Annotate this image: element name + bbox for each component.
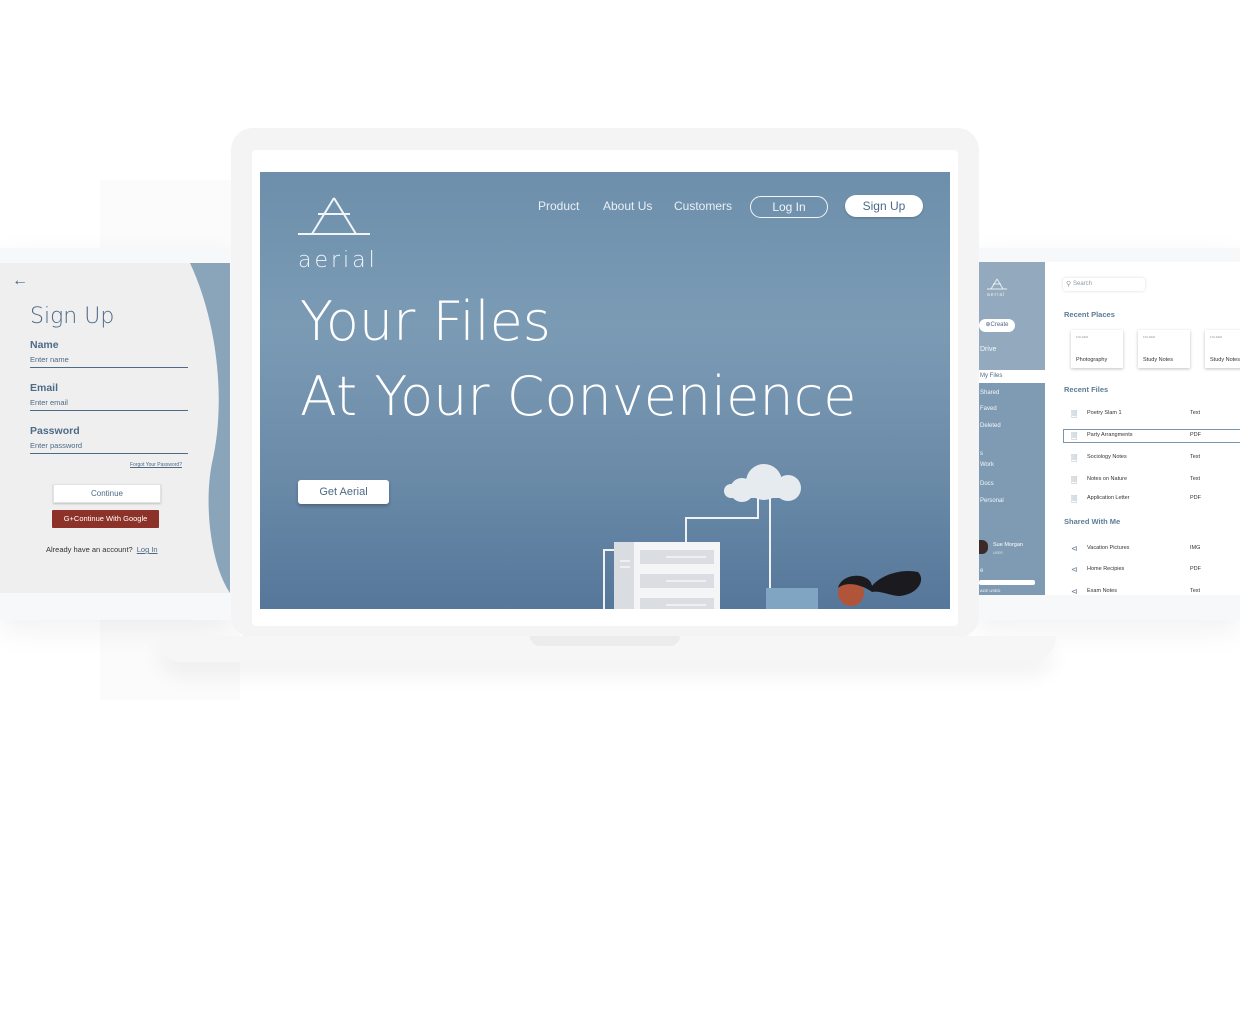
aerial-logo-icon [298, 197, 370, 235]
login-button[interactable]: Log In [750, 196, 828, 218]
file-type: Text [1190, 588, 1201, 594]
create-button[interactable]: ⊕Create [979, 319, 1015, 332]
file-name: Application Letter [1087, 495, 1130, 501]
file-type: IMG [1190, 545, 1201, 551]
user-role: USER [993, 551, 1003, 555]
decorative-wave [190, 263, 230, 593]
storage-used-label: ACE USED [980, 588, 1001, 593]
file-type: PDF [1190, 432, 1201, 438]
user-name: Sue Morgan [993, 542, 1023, 548]
folder-name: Study Notes [1210, 357, 1240, 363]
file-type: PDF [1190, 495, 1201, 501]
sidebar-item-deleted[interactable]: Deleted [980, 423, 1001, 429]
sidebar-item-personal[interactable]: Personal [980, 498, 1004, 504]
recent-places-title: Recent Places [1064, 310, 1115, 319]
file-row[interactable]: 🗏 Notes on Nature Text [1064, 474, 1240, 486]
aerial-logo-icon [987, 278, 1007, 290]
folder-name: Photography [1076, 357, 1108, 363]
storage-progress-bar [979, 580, 1035, 585]
folder-tag: FOLDER [1076, 335, 1089, 339]
search-input[interactable]: ⚲ Search [1063, 278, 1145, 291]
drive-screen: aerial ⊕Create Drive My Files Shared Fav… [979, 262, 1240, 595]
file-name: Home Recipies [1087, 566, 1125, 572]
file-name: Poetry Slam 1 [1087, 410, 1122, 416]
file-row[interactable]: 🗏 Application Letter PDF [1064, 493, 1240, 505]
file-name: Exam Notes [1087, 588, 1117, 594]
file-name: Sociology Notes [1087, 454, 1127, 460]
sidebar-item-faved[interactable]: Faved [980, 406, 997, 412]
nav-product[interactable]: Product [538, 199, 579, 213]
recent-files-title: Recent Files [1064, 385, 1109, 394]
nav-about-us[interactable]: About Us [603, 199, 652, 213]
sidebar-item-shared[interactable]: Shared [980, 390, 999, 396]
cloud-server-illustration [603, 464, 922, 609]
document-icon: 🗏 [1071, 432, 1078, 441]
sidebar-item-my-files[interactable]: My Files [980, 373, 1002, 379]
file-type: Text [1190, 410, 1201, 416]
document-icon: 🗏 [1071, 410, 1078, 419]
sidebar-section-label: s [980, 451, 983, 457]
drive-brand: aerial [987, 292, 1006, 298]
landing-screen: aerial Product About Us Customers Log In… [260, 172, 950, 609]
shared-file-row[interactable]: ⊲ Exam Notes Text [1064, 586, 1240, 595]
user-avatar [979, 540, 988, 554]
file-row-selected[interactable]: 🗏 Party Arrangments PDF [1063, 429, 1240, 443]
folder-card[interactable]: FOLDER Study Notes [1205, 330, 1240, 368]
file-type: PDF [1190, 566, 1201, 572]
login-prompt-text: Already have an account? [46, 545, 133, 554]
hero-title-line2: At Your Convenience [300, 365, 857, 428]
signup-title: Sign Up [30, 304, 115, 329]
name-input[interactable] [30, 353, 188, 368]
sidebar-item-drive[interactable]: Drive [980, 346, 996, 353]
sidebar-item-docs[interactable]: Docs [980, 481, 994, 487]
document-icon: 🗏 [1071, 495, 1078, 504]
login-prompt: Already have an account? Log In [46, 545, 158, 554]
nav-customers[interactable]: Customers [674, 199, 732, 213]
name-label: Name [30, 339, 59, 351]
shared-with-me-title: Shared With Me [1064, 517, 1121, 526]
folder-name: Study Notes [1143, 357, 1173, 363]
share-icon: ⊲ [1071, 587, 1078, 595]
shared-file-row[interactable]: ⊲ Home Recipies PDF [1064, 564, 1240, 576]
hero-title-line1: Your Files [300, 290, 551, 353]
sidebar-item-work[interactable]: Work [980, 462, 994, 468]
login-link[interactable]: Log In [137, 545, 158, 554]
search-placeholder: Search [1073, 281, 1093, 287]
forgot-password-link[interactable]: Forgot Your Password? [130, 462, 182, 468]
brand-name: aerial [298, 248, 378, 273]
file-row[interactable]: 🗏 Poetry Slam 1 Text [1064, 408, 1240, 420]
google-signin-button[interactable]: G+Continue With Google [52, 510, 159, 528]
password-input[interactable] [30, 439, 188, 454]
back-arrow-icon[interactable]: ← [12, 272, 28, 290]
shared-file-row[interactable]: ⊲ Vacation Pictures IMG [1064, 543, 1240, 555]
document-icon: 🗏 [1071, 454, 1078, 463]
share-icon: ⊲ [1071, 544, 1078, 553]
get-aerial-button[interactable]: Get Aerial [298, 480, 389, 504]
folder-tag: FOLDER [1210, 335, 1223, 339]
share-icon: ⊲ [1071, 565, 1078, 574]
search-icon: ⚲ [1066, 281, 1072, 288]
signup-button[interactable]: Sign Up [845, 195, 923, 217]
document-icon: 🗏 [1071, 476, 1078, 485]
storage-label-partial: e [980, 568, 984, 574]
email-label: Email [30, 382, 59, 394]
password-label: Password [30, 425, 80, 437]
file-row[interactable]: 🗏 Sociology Notes Text [1064, 452, 1240, 464]
folder-card[interactable]: FOLDER Study Notes [1138, 330, 1190, 368]
folder-card[interactable]: FOLDER Photography [1071, 330, 1123, 368]
file-name: Vacation Pictures [1087, 545, 1130, 551]
drive-sidebar: aerial ⊕Create Drive My Files Shared Fav… [979, 262, 1045, 595]
continue-button[interactable]: Continue [53, 484, 161, 503]
email-input[interactable] [30, 396, 188, 411]
laptop-notch [530, 636, 680, 646]
file-type: Text [1190, 476, 1201, 482]
file-name: Notes on Nature [1087, 476, 1128, 482]
file-name: Party Arrangments [1087, 432, 1133, 438]
folder-tag: FOLDER [1143, 335, 1156, 339]
file-type: Text [1190, 454, 1201, 460]
